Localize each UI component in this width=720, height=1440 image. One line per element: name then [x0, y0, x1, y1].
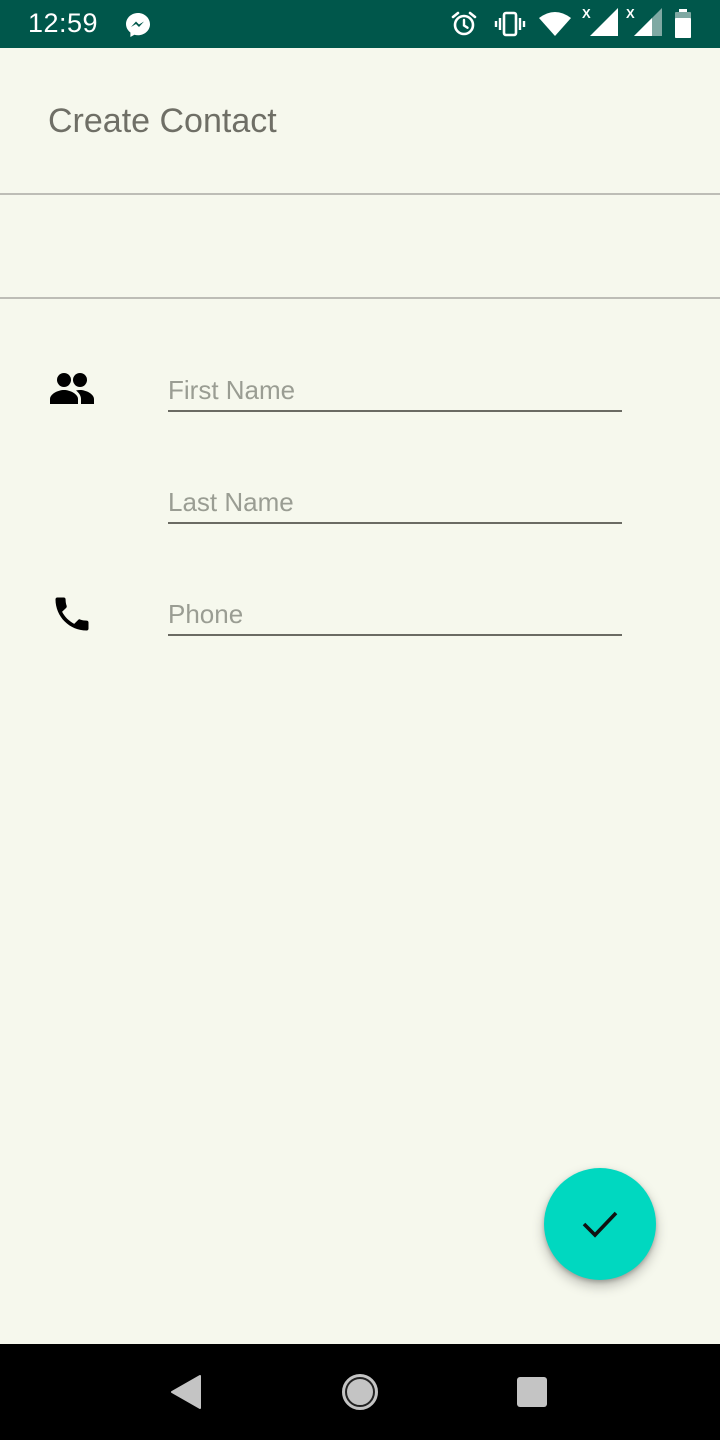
wifi-icon — [538, 10, 572, 38]
divider — [0, 297, 720, 299]
home-icon[interactable] — [336, 1368, 384, 1416]
save-contact-button[interactable] — [544, 1168, 656, 1280]
recents-icon[interactable] — [508, 1368, 556, 1416]
svg-text:X: X — [626, 6, 635, 21]
last-name-field[interactable] — [168, 482, 622, 524]
divider — [0, 193, 720, 195]
people-icon — [48, 370, 96, 410]
status-bar: 12:59 X X — [0, 0, 720, 48]
first-name-field[interactable] — [168, 370, 622, 412]
phone-icon — [50, 592, 94, 636]
svg-text:X: X — [582, 6, 591, 21]
check-icon — [580, 1203, 620, 1246]
messenger-icon — [124, 11, 152, 39]
navigation-bar — [0, 1344, 720, 1440]
status-time: 12:59 — [28, 8, 99, 38]
back-icon[interactable] — [162, 1368, 210, 1416]
battery-icon — [674, 9, 692, 39]
signal-icon: X — [582, 6, 622, 38]
phone-field[interactable] — [168, 594, 622, 636]
page-title: Create Contact — [48, 102, 277, 140]
signal-icon: X — [626, 6, 666, 38]
alarm-icon — [450, 10, 478, 38]
vibrate-icon — [494, 10, 526, 38]
